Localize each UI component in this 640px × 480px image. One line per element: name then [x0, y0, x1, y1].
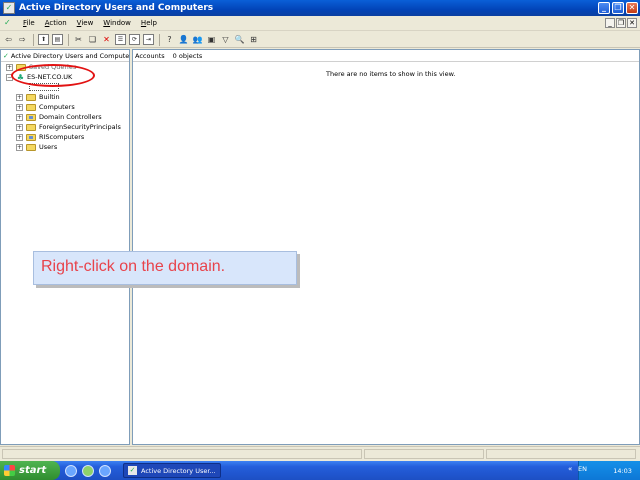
expand-icon[interactable]: +	[16, 133, 23, 141]
tree-item-foreign-security-principals[interactable]: + ForeignSecurityPrincipals	[1, 122, 129, 132]
folder-icon	[26, 143, 36, 151]
add-to-group-icon[interactable]: ⊞	[248, 34, 259, 45]
windows-logo-icon	[4, 465, 15, 476]
document-controls: _ ❐ ✕	[605, 18, 637, 28]
taskbar-item-aduc[interactable]: ✓ Active Directory User...	[123, 463, 221, 478]
start-button[interactable]: start	[0, 461, 60, 480]
help-icon[interactable]: ?	[164, 34, 175, 45]
tree-item-builtin[interactable]: + Builtin	[1, 92, 129, 102]
document-icon[interactable]: ✓	[4, 18, 14, 28]
ou-folder-icon	[26, 133, 36, 141]
toolbar-separator	[68, 33, 69, 46]
close-button[interactable]: ✕	[626, 2, 638, 14]
caption-text: Right-click on the domain.	[41, 258, 226, 275]
expand-icon[interactable]: +	[16, 103, 23, 111]
tree-item-computers[interactable]: + Computers	[1, 102, 129, 112]
clock[interactable]: 14:03	[613, 467, 632, 475]
status-cell	[2, 449, 362, 459]
window-title: Active Directory Users and Computers	[19, 3, 214, 13]
folder-icon	[26, 103, 36, 111]
tree-item-riscomputers[interactable]: + RIScomputers	[1, 132, 129, 142]
ou-folder-icon	[26, 113, 36, 121]
menu-help[interactable]: Help	[136, 19, 162, 27]
console-tree-pane[interactable]: ✓ Active Directory Users and Computers +…	[0, 49, 130, 445]
toolbar-separator	[159, 33, 160, 46]
expand-icon[interactable]: +	[16, 113, 23, 121]
status-cell	[364, 449, 484, 459]
doc-restore-button[interactable]: ❐	[616, 18, 626, 28]
copy-icon[interactable]: ❏	[87, 34, 98, 45]
quicklaunch-icon[interactable]	[99, 464, 111, 477]
new-ou-icon[interactable]: ▣	[206, 34, 217, 45]
window-controls: _ ❐ ✕	[598, 2, 638, 14]
expand-icon[interactable]: +	[16, 123, 23, 131]
export-list-icon[interactable]: ⇥	[143, 34, 154, 45]
minimize-button[interactable]: _	[598, 2, 610, 14]
console-root-icon: ✓	[3, 51, 9, 60]
forward-icon[interactable]: ⇨	[17, 34, 28, 45]
internet-explorer-icon[interactable]	[65, 464, 77, 477]
new-group-icon[interactable]: 👥	[192, 34, 203, 45]
menu-view[interactable]: View	[72, 19, 99, 27]
folder-icon	[26, 123, 36, 131]
expand-icon[interactable]: +	[16, 93, 23, 101]
menu-window[interactable]: Window	[98, 19, 136, 27]
instruction-caption: Right-click on the domain.	[33, 251, 297, 285]
system-tray: 14:03	[578, 461, 640, 480]
taskbar: start ✓ Active Directory User... 14:03	[0, 461, 640, 480]
highlight-ellipse	[11, 64, 95, 87]
up-level-icon[interactable]: ⬆	[38, 34, 49, 45]
screen: ✓ Active Directory Users and Computers _…	[0, 0, 640, 480]
tree-root[interactable]: ✓ Active Directory Users and Computers	[1, 50, 129, 62]
new-user-icon[interactable]: 👤	[178, 34, 189, 45]
details-pane[interactable]: Accounts 0 objects There are no items to…	[132, 49, 640, 445]
desktop-icon[interactable]	[82, 464, 94, 477]
show-hidden-icons-icon[interactable]: «	[568, 465, 572, 473]
mmc-app-icon[interactable]: ✓	[3, 2, 15, 14]
doc-minimize-button[interactable]: _	[605, 18, 615, 28]
find-icon[interactable]: 🔍	[234, 34, 245, 45]
show-hide-tree-icon[interactable]: ▤	[52, 34, 63, 45]
menu-action[interactable]: Action	[40, 19, 72, 27]
title-bar[interactable]: ✓ Active Directory Users and Computers _…	[0, 0, 640, 16]
status-bar	[0, 446, 640, 460]
expand-icon[interactable]: +	[6, 63, 13, 71]
folder-icon	[26, 93, 36, 101]
tree-item-users[interactable]: + Users	[1, 142, 129, 152]
details-header: Accounts 0 objects	[133, 50, 639, 62]
back-icon[interactable]: ⇦	[3, 34, 14, 45]
language-indicator[interactable]: EN	[578, 465, 587, 473]
mmc-task-icon: ✓	[128, 466, 137, 475]
menu-bar: ✓ File Action View Window Help _ ❐ ✕	[0, 16, 640, 31]
toolbar: ⇦ ⇨ ⬆ ▤ ✂ ❏ ✕ ☰ ⟳ ⇥ ? 👤 👥 ▣ ▽ 🔍 ⊞	[0, 32, 640, 48]
doc-close-button[interactable]: ✕	[627, 18, 637, 28]
empty-view-message: There are no items to show in this view.	[326, 70, 456, 78]
refresh-icon[interactable]: ⟳	[129, 34, 140, 45]
filter-icon[interactable]: ▽	[220, 34, 231, 45]
properties-icon[interactable]: ☰	[115, 34, 126, 45]
menu-file[interactable]: File	[18, 19, 40, 27]
toolbar-separator	[33, 33, 34, 46]
tree-item-domain-controllers[interactable]: + Domain Controllers	[1, 112, 129, 122]
restore-button[interactable]: ❐	[612, 2, 624, 14]
status-cell	[486, 449, 636, 459]
expand-icon[interactable]: +	[16, 143, 23, 151]
cut-icon[interactable]: ✂	[73, 34, 84, 45]
delete-icon[interactable]: ✕	[101, 34, 112, 45]
